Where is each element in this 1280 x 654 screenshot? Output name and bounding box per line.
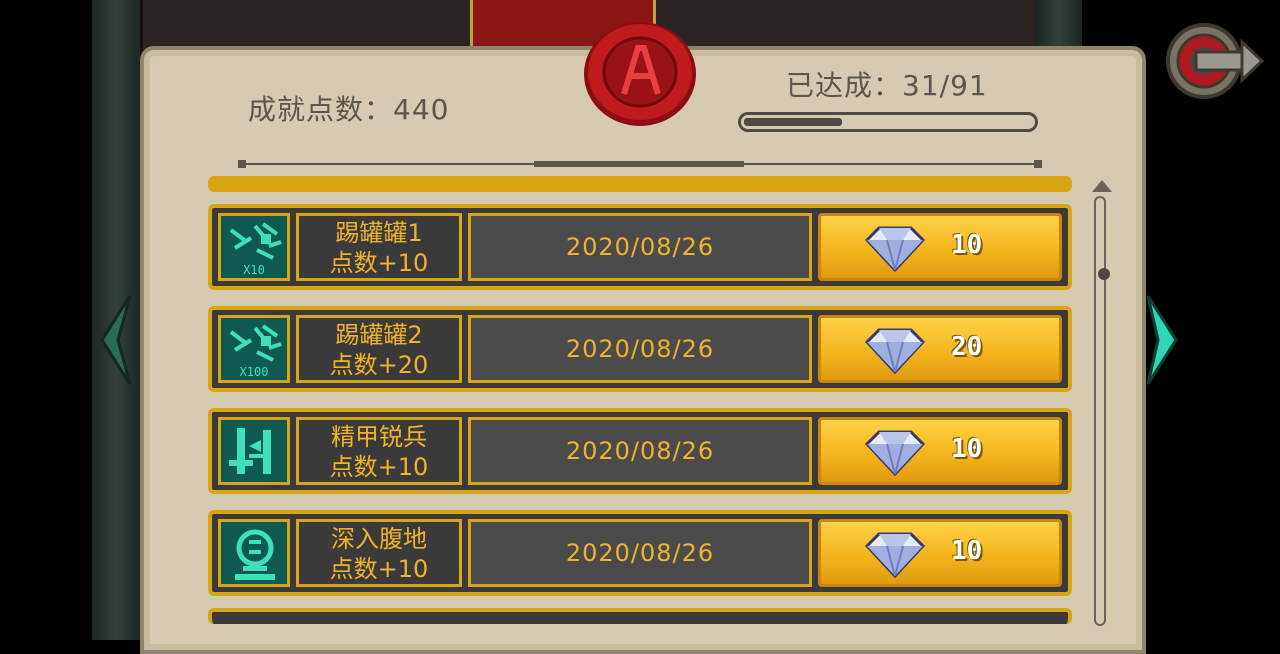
- icon-badge: X10: [243, 263, 265, 277]
- claim-reward-button[interactable]: 10: [818, 213, 1062, 281]
- icon-badge: X100: [239, 365, 269, 379]
- achievement-name: 精甲锐兵: [331, 423, 427, 451]
- achievement-name-box: 踢罐罐2 点数+20: [296, 315, 462, 383]
- achievement-list[interactable]: X10 踢罐罐1 点数+10 2020/08/26 10 X100 踢罐罐2 点…: [208, 176, 1074, 624]
- achievement-points-reward: 点数+10: [329, 555, 429, 583]
- reward-amount: 10: [951, 434, 983, 464]
- achievement-name-box: 踢罐罐1 点数+10: [296, 213, 462, 281]
- next-page-arrow[interactable]: [1144, 292, 1180, 388]
- achievement-points-reward: 点数+10: [329, 453, 429, 481]
- elite-soldier-icon: [218, 417, 290, 485]
- list-item-partial: [208, 608, 1072, 624]
- achievement-name: 深入腹地: [331, 525, 427, 553]
- scroll-thumb[interactable]: [1098, 268, 1110, 280]
- scroll-up-icon[interactable]: [1092, 180, 1112, 192]
- reward-amount: 10: [951, 536, 983, 566]
- achievement-row: X10 踢罐罐1 点数+10 2020/08/26 10: [208, 204, 1072, 290]
- reward-amount: 10: [951, 230, 983, 260]
- achievement-row: 精甲锐兵 点数+10 2020/08/26 10: [208, 408, 1072, 494]
- achievement-name: 踢罐罐2: [335, 321, 423, 349]
- achievement-seal-icon: [580, 16, 700, 128]
- completion-progress-fill: [744, 118, 842, 126]
- achievement-points-reward: 点数+20: [329, 351, 429, 379]
- achievement-date: 2020/08/26: [468, 213, 812, 281]
- diamond-icon: [865, 328, 925, 374]
- list-scrollbar[interactable]: [1090, 180, 1114, 626]
- achievement-date: 2020/08/26: [468, 519, 812, 587]
- deep-dive-icon: [218, 519, 290, 587]
- achievement-points-reward: 点数+10: [329, 249, 429, 277]
- kick-cans-icon: X10: [218, 213, 290, 281]
- scroll-track: [1094, 196, 1110, 626]
- chevron-left-icon: [100, 295, 132, 385]
- diamond-icon: [865, 532, 925, 578]
- reward-amount: 20: [951, 332, 983, 362]
- diamond-icon: [865, 430, 925, 476]
- kick-cans-icon: X100: [218, 315, 290, 383]
- claim-reward-button[interactable]: 10: [818, 417, 1062, 485]
- claim-reward-button[interactable]: 10: [818, 519, 1062, 587]
- achievement-date: 2020/08/26: [468, 417, 812, 485]
- prev-page-arrow[interactable]: [96, 292, 136, 388]
- achievement-points: 成就点数：440: [248, 93, 450, 126]
- achievement-name: 踢罐罐1: [335, 219, 423, 247]
- header-divider: [238, 160, 1042, 168]
- achievement-row: X100 踢罐罐2 点数+20 2020/08/26 20: [208, 306, 1072, 392]
- list-item-partial: [208, 176, 1072, 192]
- completion-progress-bar: [738, 112, 1038, 132]
- chevron-right-icon: [1146, 295, 1178, 385]
- exit-arrow-icon: [1166, 23, 1265, 99]
- achievement-name-box: 深入腹地 点数+10: [296, 519, 462, 587]
- claim-reward-button[interactable]: 20: [818, 315, 1062, 383]
- exit-button[interactable]: [1164, 18, 1265, 104]
- diamond-icon: [865, 226, 925, 272]
- achievement-date: 2020/08/26: [468, 315, 812, 383]
- achievement-row: 深入腹地 点数+10 2020/08/26 10: [208, 510, 1072, 596]
- achievement-name-box: 精甲锐兵 点数+10: [296, 417, 462, 485]
- completion-label: 已达成：31/91: [786, 69, 988, 102]
